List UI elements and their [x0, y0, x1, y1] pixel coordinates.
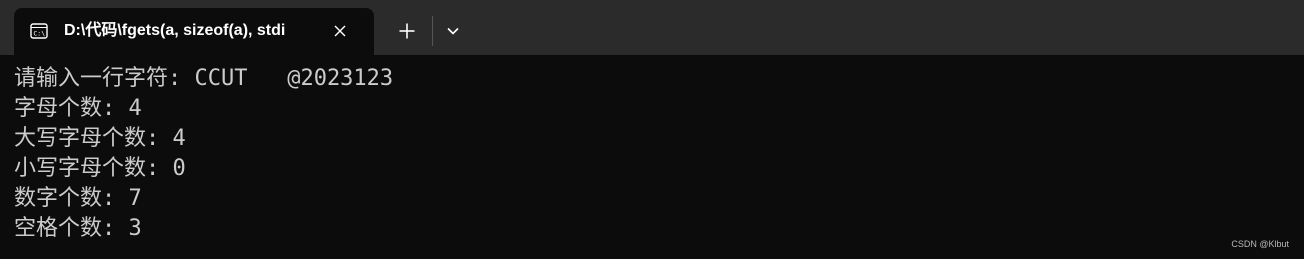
- output-line: 请输入一行字符: CCUT @2023123: [14, 66, 394, 91]
- plus-icon[interactable]: [392, 16, 422, 46]
- chevron-down-icon[interactable]: [438, 16, 468, 46]
- svg-text:C:\: C:\: [33, 29, 45, 37]
- output-line: 小写字母个数: 0: [14, 156, 186, 181]
- tab-divider: [432, 16, 433, 46]
- title-bar: C:\ D:\代码\fgets(a, sizeof(a), stdi: [0, 0, 1304, 55]
- close-icon[interactable]: [331, 22, 349, 40]
- cmd-icon: C:\: [30, 23, 48, 39]
- output-line: 数字个数: 7: [14, 186, 142, 211]
- terminal-output: 请输入一行字符: CCUT @2023123 字母个数: 4 大写字母个数: 4…: [0, 55, 1304, 259]
- output-line: 大写字母个数: 4: [14, 126, 186, 151]
- tab-title: D:\代码\fgets(a, sizeof(a), stdi: [64, 22, 286, 39]
- watermark: CSDN @Klbut: [1231, 239, 1289, 249]
- output-line: 字母个数: 4: [14, 96, 142, 121]
- output-line: 空格个数: 3: [14, 216, 142, 241]
- terminal-tab[interactable]: C:\ D:\代码\fgets(a, sizeof(a), stdi: [14, 8, 374, 55]
